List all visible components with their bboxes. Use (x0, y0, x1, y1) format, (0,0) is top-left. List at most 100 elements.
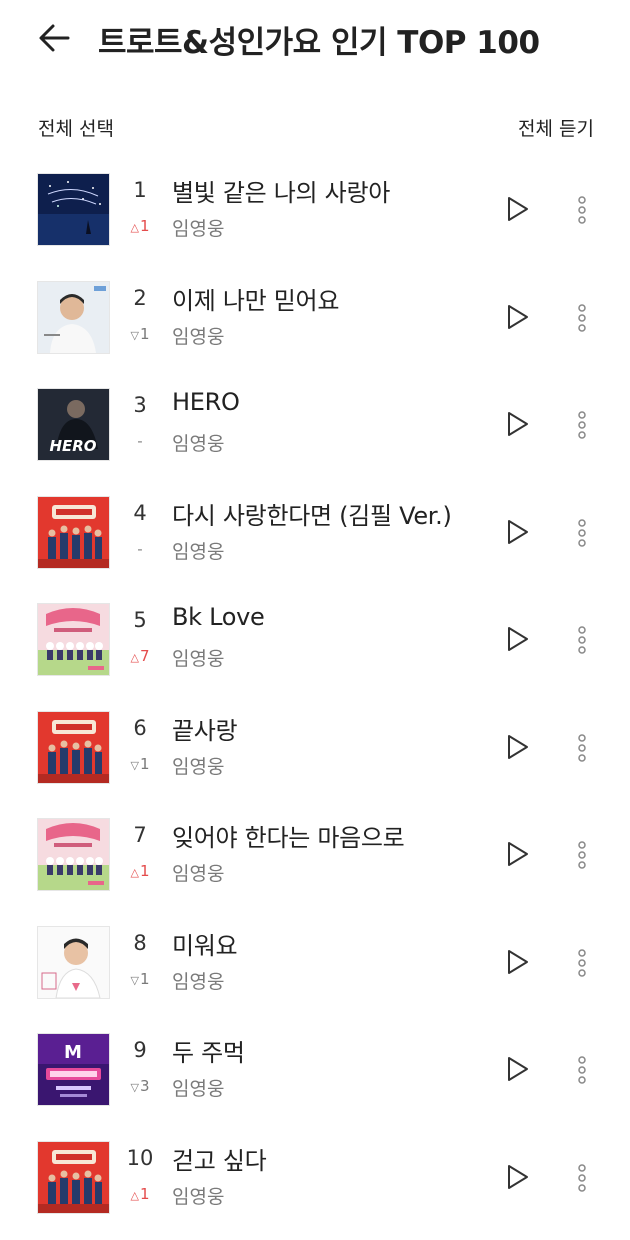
album-art[interactable] (38, 1141, 109, 1213)
song-row[interactable]: 1 △1 별빛 같은 나의 사랑아 임영웅 (0, 154, 630, 262)
play-button[interactable] (502, 409, 532, 439)
song-row[interactable]: 7 △1 잊어야 한다는 마음으로 임영웅 (0, 799, 630, 907)
album-art[interactable] (38, 711, 109, 783)
song-row[interactable]: 4 - 다시 사랑한다면 (김필 Ver.) 임영웅 (0, 477, 630, 585)
back-button[interactable] (36, 18, 76, 58)
artist-name[interactable]: 임영웅 (172, 752, 224, 779)
rank-change: ▽1 (118, 970, 162, 988)
svg-text:HERO: HERO (49, 437, 96, 455)
album-art-image: M (38, 1034, 109, 1105)
select-all-button[interactable]: 전체 선택 (38, 114, 114, 141)
play-outline-icon (508, 627, 528, 651)
rank-number: 5 (133, 608, 147, 632)
more-options-button[interactable] (572, 624, 592, 656)
listen-all-button[interactable]: 전체 듣기 (518, 114, 594, 141)
album-art[interactable] (38, 819, 109, 890)
rank-down-icon: ▽ (130, 328, 139, 342)
song-title[interactable]: 두 주먹 (172, 1033, 245, 1068)
vertical-dots-icon (578, 1163, 586, 1192)
rank-change-value: - (137, 539, 143, 558)
vertical-dots-icon (578, 948, 586, 977)
play-button[interactable] (502, 1162, 532, 1192)
album-art[interactable] (38, 604, 109, 675)
album-art[interactable] (38, 926, 109, 998)
song-row[interactable]: 10 △1 걷고 싶다 임영웅 (0, 1122, 630, 1230)
song-title[interactable]: 끝사랑 (172, 711, 238, 746)
more-options-button[interactable] (572, 839, 592, 871)
more-options-button[interactable] (572, 1054, 592, 1086)
vertical-dots-icon (578, 518, 586, 547)
play-outline-icon (508, 842, 528, 866)
rank-number: 2 (133, 285, 147, 310)
artist-name[interactable]: 임영웅 (172, 322, 224, 349)
play-button[interactable] (502, 839, 532, 869)
artist-name[interactable]: 임영웅 (172, 1182, 224, 1209)
artist-name[interactable]: 임영웅 (172, 644, 224, 671)
album-art-image (38, 819, 109, 890)
song-row[interactable]: M 9 ▽3 두 주먹임영웅 (0, 1014, 630, 1122)
play-outline-icon (508, 412, 528, 436)
album-art[interactable] (38, 496, 109, 568)
play-button[interactable] (502, 624, 532, 654)
album-art-image (38, 496, 109, 568)
song-row[interactable]: 8 ▽1 미워요 임영웅 (0, 907, 630, 1015)
song-title[interactable]: Bk Love (172, 603, 265, 631)
more-options-button[interactable] (572, 732, 592, 764)
rank-change: ▽1 (118, 755, 162, 773)
vertical-dots-icon (578, 303, 586, 332)
more-options-button[interactable] (572, 302, 592, 334)
play-outline-icon (508, 304, 528, 329)
song-title[interactable]: 다시 사랑한다면 (김필 Ver.) (172, 496, 452, 531)
vertical-dots-icon (578, 626, 586, 654)
rank-change: ▽3 (118, 1077, 162, 1095)
play-button[interactable] (502, 1054, 532, 1084)
rank-change-value: 1 (139, 324, 150, 343)
rank-change-value: 1 (139, 754, 150, 773)
artist-name[interactable]: 임영웅 (172, 214, 224, 241)
rank-change-value: 3 (139, 1077, 150, 1095)
artist-name[interactable]: 임영웅 (172, 859, 224, 886)
song-title[interactable]: 잊어야 한다는 마음으로 (172, 818, 405, 853)
artist-name[interactable]: 임영웅 (172, 1074, 224, 1101)
song-title[interactable]: 미워요 (172, 926, 238, 961)
play-button[interactable] (502, 732, 532, 762)
play-outline-icon (508, 734, 528, 759)
song-title[interactable]: HERO (172, 388, 240, 416)
play-button[interactable] (502, 302, 532, 332)
more-options-button[interactable] (572, 947, 592, 979)
rank-up-icon: △ (130, 221, 139, 234)
rank-number: 6 (133, 715, 147, 740)
more-options-button[interactable] (572, 517, 592, 549)
rank-change-value: 7 (139, 647, 150, 665)
play-button[interactable] (502, 947, 532, 977)
artist-name[interactable]: 임영웅 (172, 537, 224, 564)
song-row[interactable]: 5 △7 Bk Love 임영웅 (0, 584, 630, 692)
artist-name[interactable]: 임영웅 (172, 967, 224, 994)
album-art[interactable]: M (38, 1034, 109, 1105)
song-row[interactable]: HERO 3 - HERO 임영웅 (0, 369, 630, 477)
rank-change-value: 1 (139, 217, 150, 235)
song-row[interactable]: 6 ▽1 끝사랑임영웅 (0, 692, 630, 800)
rank-number: 1 (133, 178, 147, 202)
song-title[interactable]: 이제 나만 믿어요 (172, 281, 339, 316)
vertical-dots-icon (578, 196, 586, 224)
more-options-button[interactable] (572, 1162, 592, 1194)
album-art[interactable] (38, 174, 109, 245)
rank-number: 9 (133, 1038, 147, 1062)
song-row[interactable]: 2 ▽1 이제 나만 믿어요임영웅 (0, 262, 630, 370)
rank-down-icon: ▽ (130, 1081, 139, 1094)
rank-change: △1 (118, 217, 162, 235)
album-art[interactable] (38, 281, 109, 353)
song-title[interactable]: 걷고 싶다 (172, 1141, 267, 1176)
artist-name[interactable]: 임영웅 (172, 429, 224, 456)
album-art-image (38, 604, 109, 675)
rank-change-value: - (137, 432, 143, 450)
song-title[interactable]: 별빛 같은 나의 사랑아 (172, 173, 390, 208)
more-options-button[interactable] (572, 194, 592, 226)
album-art[interactable]: HERO (38, 389, 109, 460)
play-button[interactable] (502, 194, 532, 224)
rank-change-value: 1 (139, 969, 150, 988)
play-button[interactable] (502, 517, 532, 547)
play-outline-icon (508, 197, 528, 221)
more-options-button[interactable] (572, 409, 592, 441)
